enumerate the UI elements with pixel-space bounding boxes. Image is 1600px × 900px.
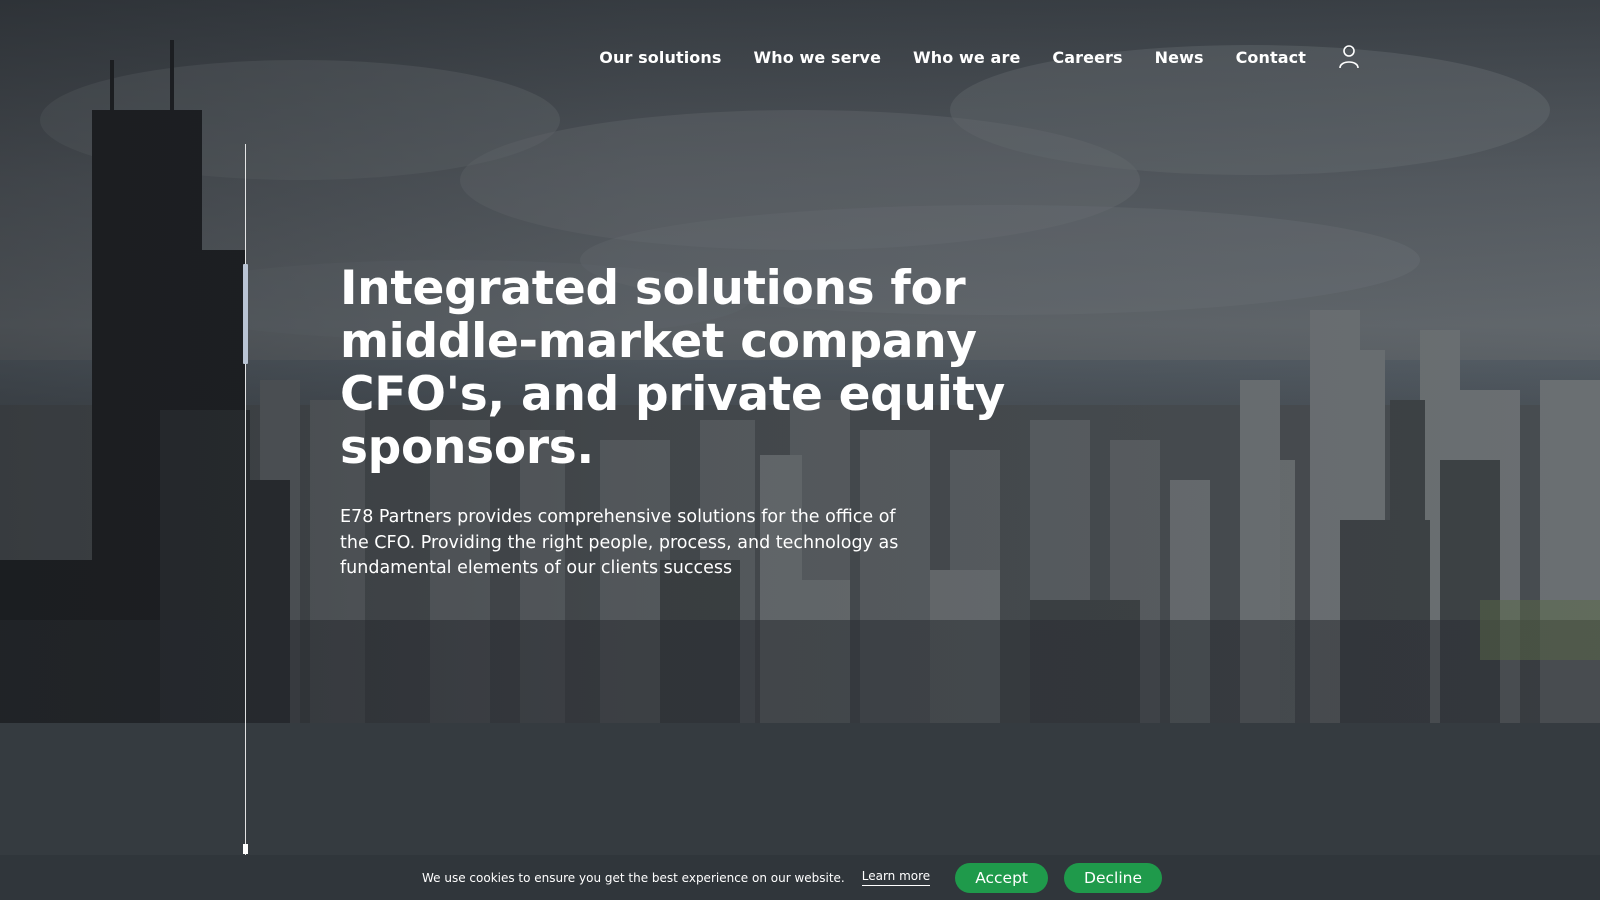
- cookie-message: We use cookies to ensure you get the bes…: [422, 870, 845, 885]
- scroll-progress-track: [245, 144, 246, 856]
- user-icon[interactable]: [1338, 44, 1360, 70]
- cookie-learn-more-link[interactable]: Learn more: [861, 869, 931, 886]
- cookie-decline-button[interactable]: Decline: [1064, 862, 1162, 893]
- main-nav: Our solutions Who we serve Who we are Ca…: [567, 44, 1360, 70]
- scroll-progress-end: [243, 844, 248, 854]
- nav-careers[interactable]: Careers: [1052, 48, 1122, 67]
- cookie-banner: We use cookies to ensure you get the bes…: [0, 855, 1600, 900]
- scroll-progress-thumb[interactable]: [243, 264, 248, 364]
- nav-our-solutions[interactable]: Our solutions: [599, 48, 721, 67]
- nav-who-we-serve[interactable]: Who we serve: [753, 48, 881, 67]
- cookie-accept-button[interactable]: Accept: [955, 862, 1049, 893]
- nav-contact[interactable]: Contact: [1236, 48, 1306, 67]
- nav-news[interactable]: News: [1155, 48, 1204, 67]
- nav-who-we-are[interactable]: Who we are: [913, 48, 1020, 67]
- page: Our solutions Who we serve Who we are Ca…: [0, 0, 1600, 900]
- hero-headline: Integrated solutions for middle-market c…: [340, 261, 1006, 475]
- hero-description: E78 Partners provides comprehensive solu…: [340, 507, 899, 578]
